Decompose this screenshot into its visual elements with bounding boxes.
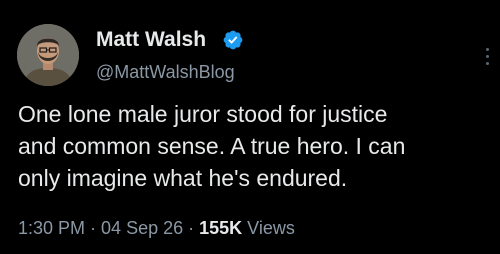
display-name[interactable]: Matt Walsh <box>96 28 206 52</box>
views-count[interactable]: 155K <box>199 218 242 238</box>
tweet-text: One lone male juror stood for justice an… <box>18 98 488 194</box>
views-label: Views <box>247 218 295 238</box>
separator-dot: · <box>90 218 97 238</box>
tweet-date[interactable]: 04 Sep 26 <box>101 218 183 238</box>
tweet-text-line: One lone male juror stood for justice <box>18 101 388 127</box>
verified-badge-icon <box>223 30 243 50</box>
tweet-text-line: and common sense. A true hero. I can <box>18 133 406 159</box>
avatar[interactable] <box>17 24 79 86</box>
tweet-time[interactable]: 1:30 PM <box>18 218 85 238</box>
separator-dot: · <box>188 218 195 238</box>
user-handle[interactable]: @MattWalshBlog <box>96 61 235 83</box>
tweet-meta: 1:30 PM · 04 Sep 26 · 155K Views <box>18 217 295 239</box>
avatar-image <box>17 24 79 86</box>
tweet-text-line: only imagine what he's endured. <box>18 165 348 191</box>
tweet-card: Matt Walsh @MattWalshBlog One lone male … <box>0 0 500 254</box>
more-options-icon[interactable] <box>484 48 490 70</box>
